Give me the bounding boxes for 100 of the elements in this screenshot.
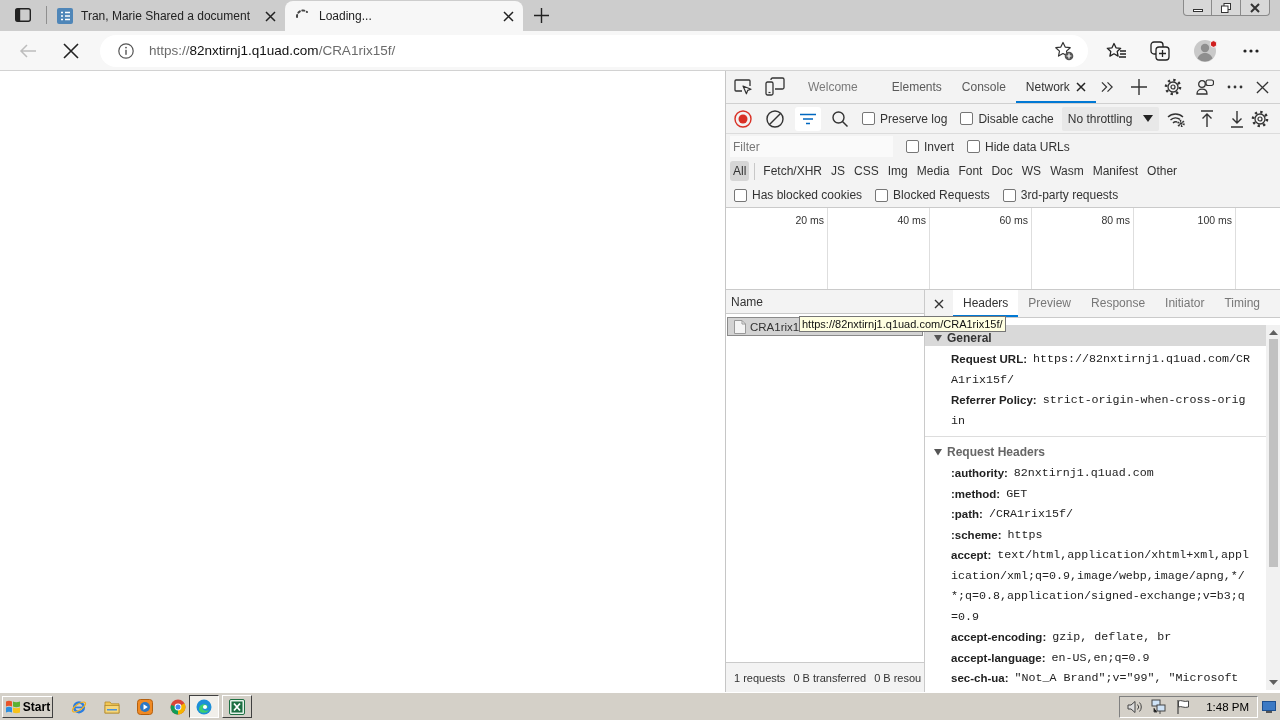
type-filter-button[interactable]: Other <box>1144 161 1181 181</box>
filter-button[interactable] <box>795 106 821 131</box>
collections-icon[interactable] <box>1150 40 1170 61</box>
type-filter-button[interactable]: Media <box>913 161 953 181</box>
network-icon[interactable] <box>1151 698 1168 715</box>
stop-icon[interactable] <box>63 42 79 59</box>
checkbox-label[interactable]: Blocked Requests <box>893 188 990 202</box>
scrollbar-thumb[interactable] <box>1268 339 1278 567</box>
header-entry: Referrer Policy: strict-origin-when-cross-origin <box>951 392 1247 430</box>
checkbox[interactable] <box>1002 188 1016 202</box>
details-tab[interactable]: Response <box>1081 290 1156 317</box>
column-header[interactable]: Name <box>731 294 763 309</box>
type-filter-button[interactable]: Img <box>884 161 911 181</box>
timeline-tick-label: 40 ms <box>897 214 926 226</box>
minimize-button[interactable] <box>1183 0 1212 16</box>
close-icon[interactable] <box>1075 82 1086 92</box>
timeline-overview[interactable]: 20 ms 40 ms 60 ms 80 ms 100 ms <box>726 207 1280 290</box>
details-tab[interactable]: Headers <box>953 290 1019 317</box>
browser-tab[interactable]: Loading... <box>285 1 523 31</box>
close-icon[interactable] <box>1255 80 1269 94</box>
add-tool-icon[interactable] <box>1130 79 1147 95</box>
devtools-tab[interactable]: Welcome <box>798 71 868 103</box>
checkbox[interactable] <box>875 188 889 202</box>
file-icon <box>734 319 746 334</box>
edge-icon <box>196 698 212 715</box>
devtools-tab[interactable]: Console <box>951 71 1016 103</box>
type-filter-button[interactable]: Fetch/XHR <box>760 161 826 181</box>
type-filter-button[interactable]: Doc <box>988 161 1016 181</box>
throttling-dropdown[interactable]: No throttling <box>1061 106 1160 131</box>
checkbox-label[interactable]: Disable cache <box>978 111 1054 126</box>
close-window-button[interactable] <box>1241 0 1270 16</box>
tab-actions-icon[interactable] <box>15 8 31 22</box>
type-filter-button[interactable]: Manifest <box>1089 161 1142 181</box>
checkbox-label[interactable]: 3rd-party requests <box>1020 188 1119 202</box>
close-icon[interactable] <box>265 10 276 22</box>
checkbox-label[interactable]: Preserve log <box>880 111 948 126</box>
internet-explorer-icon[interactable] <box>71 698 87 715</box>
filter-input[interactable]: Filter <box>730 136 893 157</box>
inspect-icon[interactable] <box>733 77 753 97</box>
close-icon[interactable] <box>934 299 944 309</box>
browser-tab[interactable]: Tran, Marie Shared a document <box>47 1 285 31</box>
type-filter-button[interactable]: Font <box>955 161 986 181</box>
timeline-tick-label: 60 ms <box>999 214 1028 226</box>
network-conditions-icon[interactable] <box>1167 110 1186 127</box>
device-icon[interactable] <box>765 77 785 97</box>
scroll-down-icon[interactable] <box>1268 680 1278 685</box>
type-filter-button[interactable]: All <box>730 161 750 181</box>
checkbox-label[interactable]: Invert <box>924 139 954 154</box>
devtools-tab[interactable]: Elements <box>881 71 952 103</box>
chrome-icon[interactable] <box>170 698 186 715</box>
show-desktop-icon[interactable] <box>1262 700 1276 713</box>
timeline-tick-label: 100 ms <box>1197 214 1232 226</box>
flag-icon[interactable] <box>1175 698 1192 715</box>
details-tab[interactable]: Initiator <box>1155 290 1215 317</box>
details-tab[interactable]: Timing <box>1214 290 1270 317</box>
checkbox[interactable] <box>967 140 980 153</box>
scrollbar[interactable] <box>1266 325 1280 690</box>
type-filter-button[interactable]: WS <box>1018 161 1045 181</box>
type-filter-button[interactable]: CSS <box>851 161 882 181</box>
add-favorite-icon[interactable] <box>1054 40 1074 61</box>
address-bar[interactable]: https://82nxtirnj1.q1uad.com/CRA1rix15f/ <box>100 34 1088 67</box>
edge-taskbar-button[interactable] <box>189 695 219 718</box>
clear-icon[interactable] <box>766 109 784 128</box>
restore-button[interactable] <box>1212 0 1241 16</box>
checkbox-label[interactable]: Hide data URLs <box>985 139 1070 154</box>
summary-text: 0 B transferred <box>793 671 867 684</box>
speaker-icon[interactable] <box>1127 698 1144 715</box>
header-entry: :method: GET <box>951 485 1029 503</box>
type-filter-button[interactable]: Wasm <box>1047 161 1087 181</box>
feedback-icon[interactable] <box>1195 79 1214 95</box>
profile-avatar-icon[interactable] <box>1194 38 1218 63</box>
type-filter-button[interactable]: JS <box>828 161 849 181</box>
checkbox[interactable] <box>960 112 974 125</box>
settings-icon[interactable] <box>1251 109 1270 128</box>
clock-text[interactable]: 1:48 PM <box>1206 700 1249 713</box>
more-icon[interactable] <box>1243 48 1259 53</box>
media-player-icon[interactable] <box>137 698 153 715</box>
start-button[interactable]: Start <box>2 695 53 718</box>
more-icon[interactable] <box>1226 85 1243 89</box>
checkbox[interactable] <box>862 112 875 125</box>
favorites-icon[interactable] <box>1106 41 1126 60</box>
checkbox[interactable] <box>906 140 919 153</box>
header-entry: accept-language: en-US,en;q=0.9 <box>951 649 1151 667</box>
new-tab-icon[interactable] <box>534 8 549 23</box>
download-icon[interactable] <box>1229 109 1246 128</box>
upload-icon[interactable] <box>1199 109 1216 128</box>
settings-icon[interactable] <box>1163 78 1182 96</box>
scroll-up-icon[interactable] <box>1268 330 1278 335</box>
section-header[interactable]: Request Headers <box>925 439 1266 460</box>
excel-taskbar-button[interactable] <box>222 695 252 718</box>
details-tab[interactable]: Preview <box>1018 290 1082 317</box>
devtools-tab[interactable]: Network <box>1015 71 1096 103</box>
search-icon[interactable] <box>832 110 848 127</box>
info-icon[interactable] <box>118 42 134 59</box>
checkbox[interactable] <box>734 188 747 202</box>
summary-text: 0 B resou <box>874 671 922 684</box>
close-icon[interactable] <box>503 10 514 22</box>
checkbox-label[interactable]: Has blocked cookies <box>752 188 863 202</box>
more-tabs-icon[interactable] <box>1100 81 1114 93</box>
record-icon[interactable] <box>734 109 752 128</box>
